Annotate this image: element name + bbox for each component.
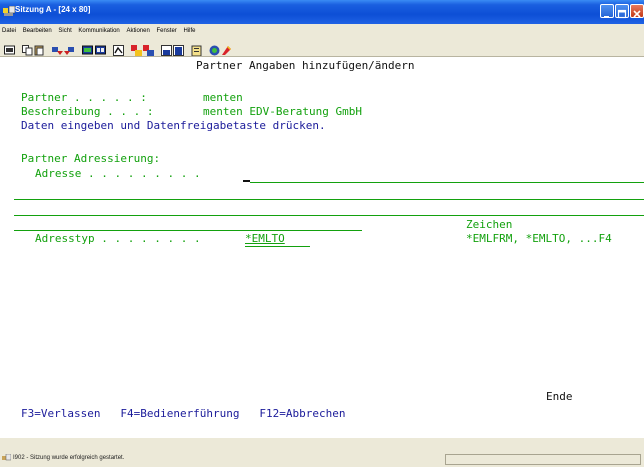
send-icon[interactable] — [52, 41, 63, 55]
title-bar: Sitzung A - [24 x 80] — [0, 0, 644, 24]
address-label: Adresse . . . . . . . . . — [35, 167, 201, 180]
maximize-button[interactable] — [615, 4, 629, 19]
terminal-screen[interactable]: Partner Angaben hinzufügen/ändern Partne… — [0, 57, 644, 438]
record-icon[interactable] — [131, 41, 142, 56]
keypad-icon[interactable] — [95, 41, 106, 55]
menu-hilfe[interactable]: Hilfe — [183, 28, 195, 34]
partner-value: menten — [203, 91, 243, 104]
print-screen-icon[interactable] — [4, 41, 15, 55]
menu-sicht[interactable]: Sicht — [58, 28, 71, 34]
clipboard-icon[interactable] — [191, 41, 202, 57]
play-icon[interactable] — [143, 41, 154, 56]
color-icon[interactable] — [221, 41, 232, 55]
minimize-button[interactable] — [600, 4, 614, 18]
description-label: Beschreibung . . . : — [21, 105, 154, 118]
instruction-text: Daten eingeben und Datenfreigabetaste dr… — [21, 119, 326, 132]
address-field-underline-3[interactable] — [14, 215, 644, 216]
addrtype-options: *EMLFRM, *EMLTO, ...F4 — [466, 232, 612, 245]
description-value: menten EDV-Beratung GmbH — [203, 105, 362, 118]
connect-icon[interactable] — [209, 41, 220, 56]
chars-label: Zeichen — [466, 218, 513, 231]
paste-icon[interactable] — [34, 41, 45, 56]
addrtype-field-underline[interactable] — [245, 246, 310, 247]
addrtype-input[interactable]: *EMLTO — [245, 232, 285, 246]
function-keys: F3=Verlassen F4=Bedienerführung F12=Abbr… — [21, 407, 346, 420]
toolbar — [0, 38, 644, 57]
status-message: I902 - Sitzung wurde erfolgreich gestart… — [13, 455, 125, 461]
menu-aktionen[interactable]: Aktionen — [126, 28, 149, 34]
partner-label: Partner . . . . . : — [21, 91, 147, 104]
section-label: Partner Adressierung: — [21, 152, 161, 165]
status-bar: I902 - Sitzung wurde erfolgreich gestart… — [0, 438, 644, 467]
addrtype-label: Adresstyp . . . . . . . . — [35, 232, 201, 245]
menu-bar: Datei Bearbeiten Sicht Kommunikation Akt… — [0, 24, 644, 38]
address-field-underline-4[interactable] — [14, 230, 362, 231]
text-cursor — [243, 180, 250, 182]
start-icon[interactable] — [161, 41, 172, 56]
screen-heading: Partner Angaben hinzufügen/ändern — [196, 59, 415, 72]
window-title: Sitzung A - [24 x 80] — [15, 5, 91, 14]
end-marker: Ende — [546, 390, 573, 403]
app-icon — [3, 6, 15, 16]
address-field-underline-1[interactable] — [250, 182, 644, 183]
menu-fenster[interactable]: Fenster — [156, 28, 176, 34]
status-panel — [445, 454, 641, 465]
receive-icon[interactable] — [64, 41, 75, 55]
address-field-underline-2[interactable] — [14, 199, 644, 200]
menu-datei[interactable]: Datei — [2, 28, 16, 34]
stop-icon[interactable] — [173, 41, 184, 56]
display-icon[interactable] — [82, 41, 93, 55]
menu-kommunikation[interactable]: Kommunikation — [78, 28, 119, 34]
close-button[interactable] — [630, 4, 644, 18]
status-icon — [2, 454, 11, 461]
menu-bearbeiten[interactable]: Bearbeiten — [23, 28, 52, 34]
copy-icon[interactable] — [22, 41, 33, 56]
macro-icon[interactable] — [113, 41, 124, 56]
